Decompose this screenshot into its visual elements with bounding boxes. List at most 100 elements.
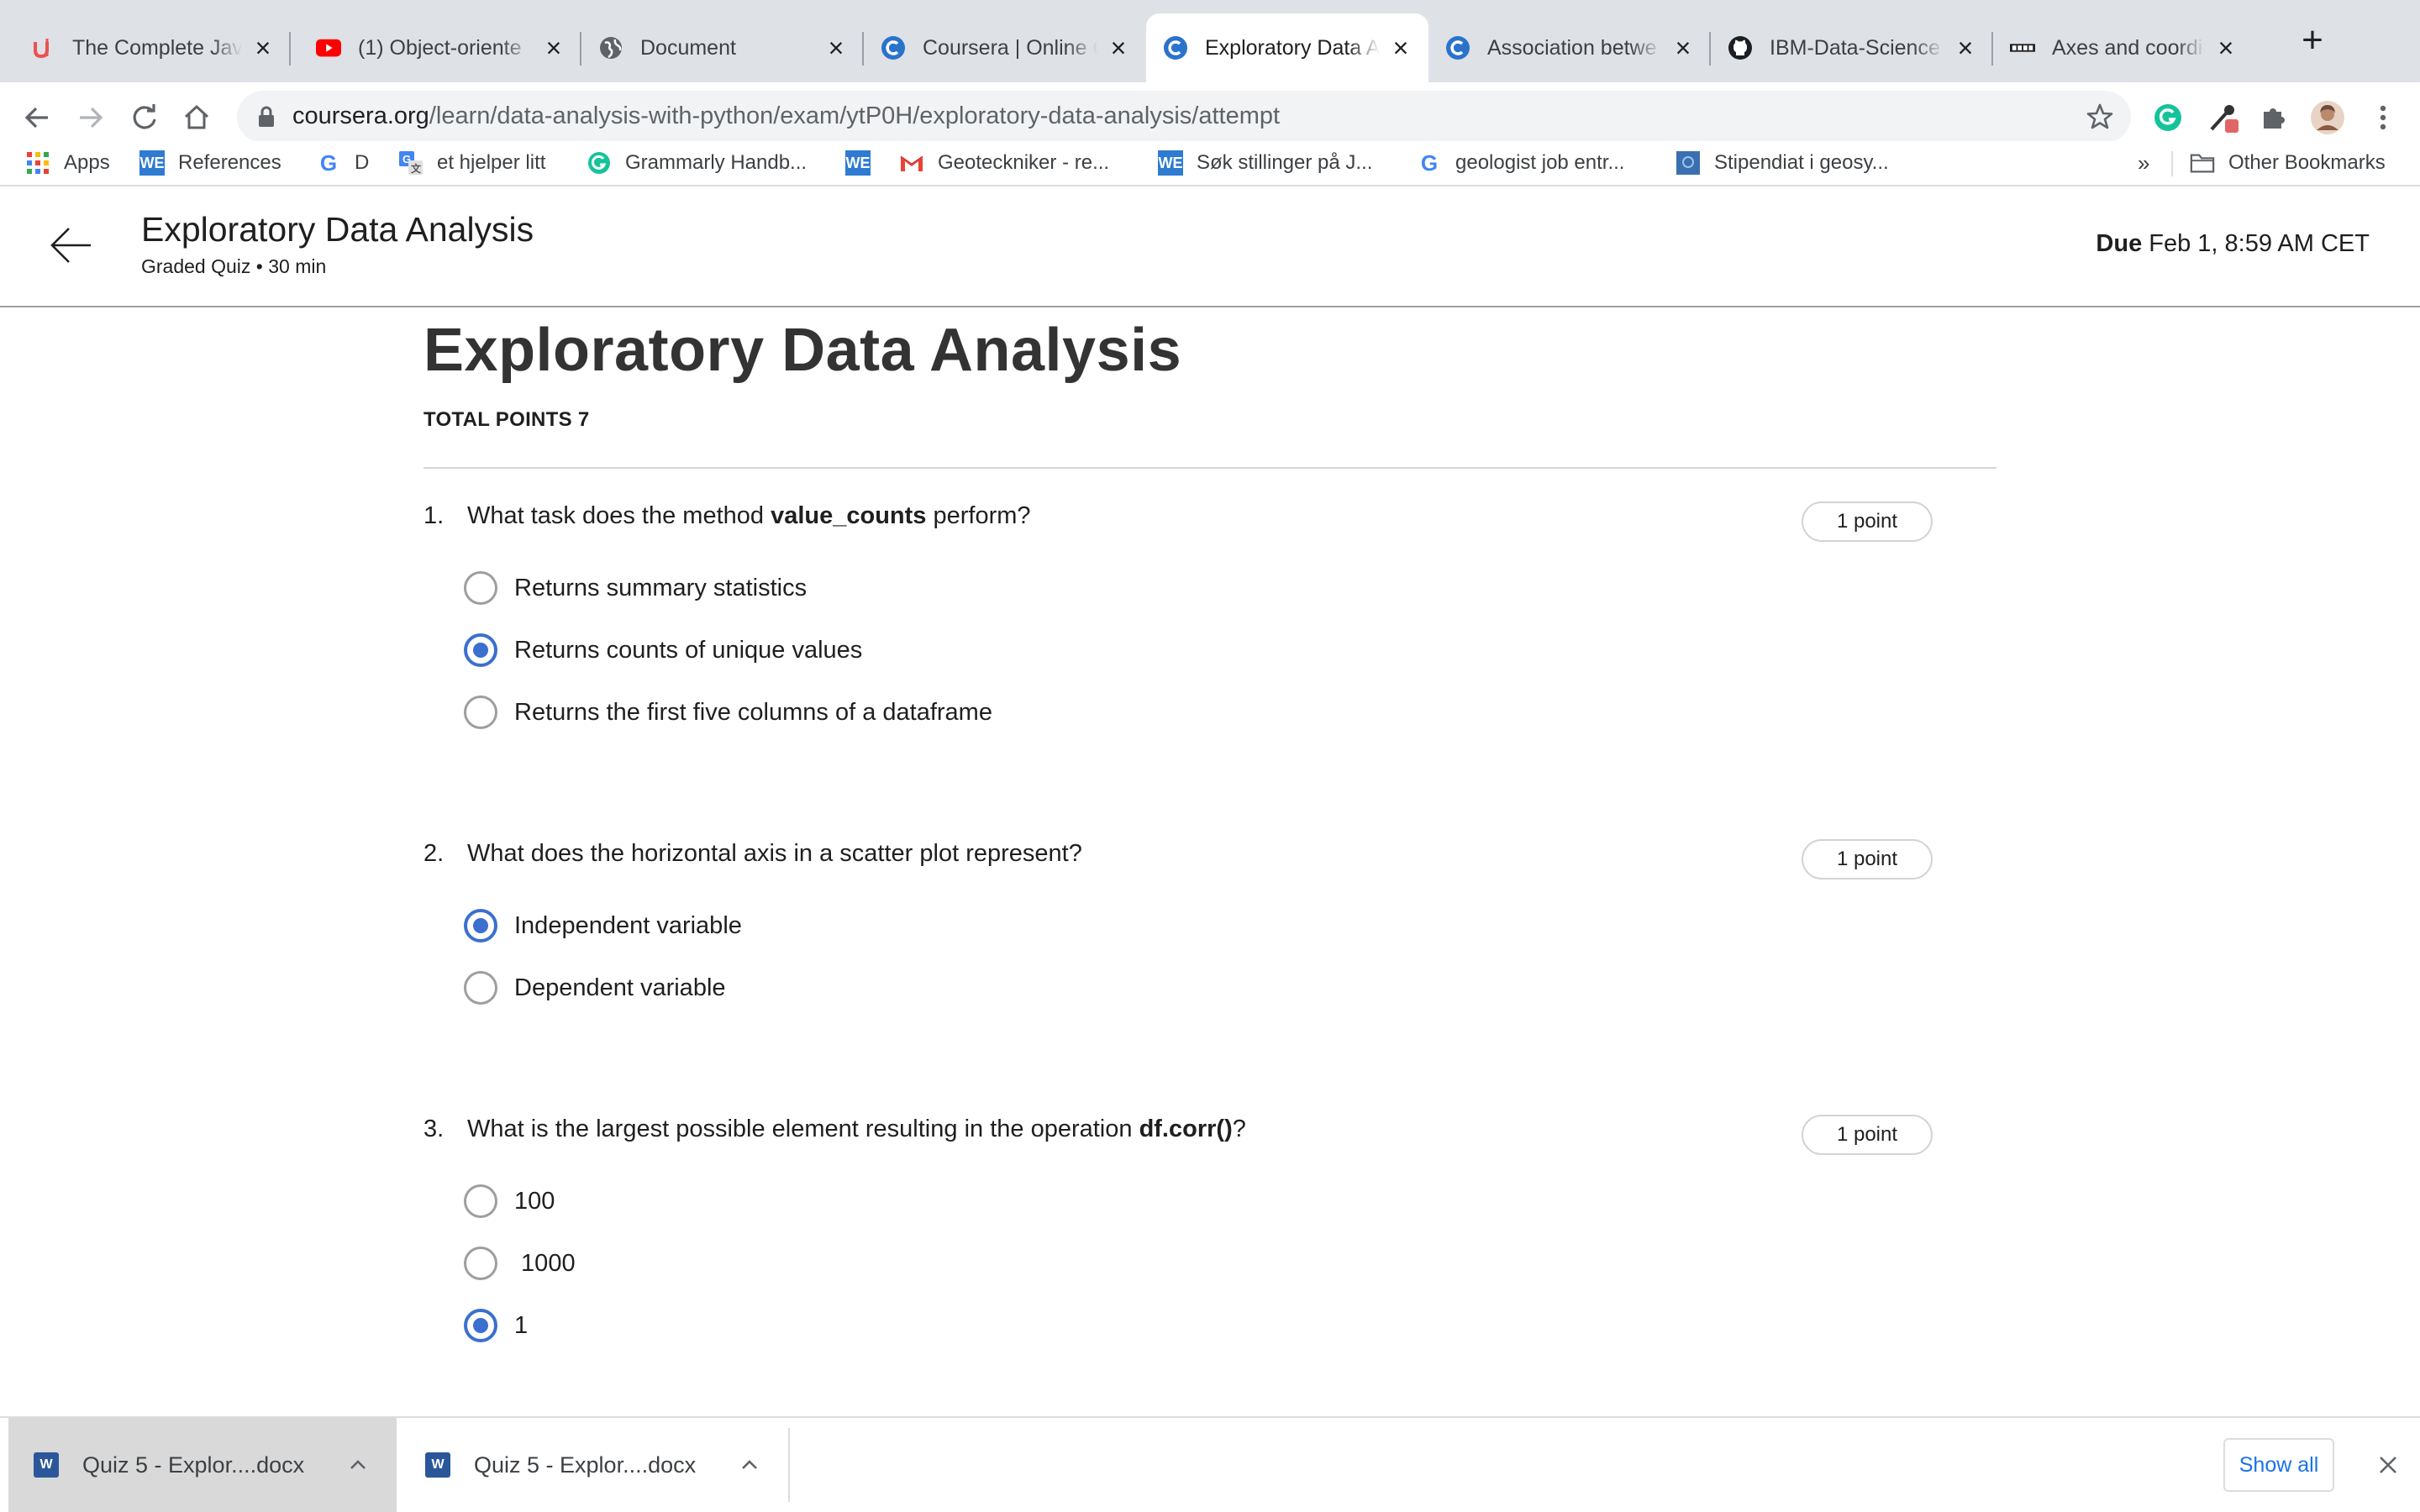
bookmark-star-icon[interactable]	[2086, 102, 2114, 135]
header-subtitle: Graded Quiz • 30 min	[141, 255, 327, 277]
browser-tab[interactable]: Coursera | Online C ×	[864, 13, 1146, 82]
answer-option[interactable]: 100	[464, 1183, 555, 1220]
quiz-header: Exploratory Data Analysis Graded Quiz • …	[0, 186, 2420, 307]
browser-tab[interactable]: Document ×	[581, 13, 864, 82]
tab-title: Document	[640, 35, 736, 60]
tab-title: Axes and coordina	[2052, 35, 2205, 60]
answer-option[interactable]: Returns the first five columns of a data…	[464, 694, 992, 731]
browser-tab[interactable]: (1) Object-oriente ×	[291, 13, 581, 82]
apps-grid-icon	[25, 150, 50, 176]
word-doc-icon: W	[425, 1452, 450, 1478]
bookmark-geologist-job[interactable]: G geologist job entr...	[1417, 141, 1625, 185]
other-bookmarks[interactable]: Other Bookmarks	[2190, 141, 2386, 185]
radio-button-selected[interactable]	[464, 909, 497, 942]
radio-button[interactable]	[464, 571, 497, 605]
radio-button-selected[interactable]	[464, 633, 497, 667]
bookmarks-bar: Apps WE References G D G文 et hjelper lit…	[0, 141, 2420, 186]
home-icon[interactable]	[176, 97, 217, 138]
tab-close-icon[interactable]: ×	[250, 34, 276, 61]
address-bar[interactable]: coursera.org/learn/data-analysis-with-py…	[237, 91, 2131, 143]
youtube-icon	[316, 35, 341, 60]
option-label: 100	[514, 1187, 555, 1215]
tab-title: (1) Object-oriente	[358, 35, 522, 60]
close-shelf-icon[interactable]	[2375, 1452, 2402, 1478]
radio-button[interactable]	[464, 696, 497, 729]
bookmarks-divider	[2171, 151, 2173, 176]
option-label: 1	[514, 1311, 529, 1339]
answer-option[interactable]: Independent variable	[464, 907, 742, 944]
tab-close-icon[interactable]: ×	[1953, 34, 1978, 61]
new-tab-icon[interactable]: +	[2294, 22, 2331, 60]
due-date: Due Feb 1, 8:59 AM CET	[2096, 230, 2370, 258]
radio-button[interactable]	[464, 1184, 497, 1218]
browser-tab[interactable]: IBM-Data-Science ×	[1711, 13, 1993, 82]
url-path: /learn/data-analysis-with-python/exam/yt…	[429, 102, 1281, 129]
more-menu-icon[interactable]	[2363, 97, 2403, 138]
profile-avatar[interactable]	[2307, 97, 2348, 138]
question-text: perform?	[926, 502, 1031, 529]
forward-icon[interactable]	[71, 97, 111, 138]
bookmark-sok-stillinger[interactable]: WE Søk stillinger på J...	[1158, 141, 1372, 185]
tab-title: The Complete Jav	[72, 35, 242, 60]
answer-option[interactable]: Returns counts of unique values	[464, 632, 862, 669]
back-arrow-icon[interactable]	[47, 222, 94, 269]
eyedropper-extension-icon[interactable]	[2203, 97, 2244, 138]
bookmark-stipendiat[interactable]: Stipendiat i geosy...	[1676, 141, 1889, 185]
browser-tab-strip: The Complete Jav × (1) Object-oriente × …	[0, 0, 2420, 82]
we-icon: WE	[1158, 150, 1183, 176]
radio-button[interactable]	[464, 1247, 497, 1280]
quiz-content: Exploratory Data Analysis TOTAL POINTS 7…	[0, 309, 2420, 1415]
bookmarks-overflow-button[interactable]: »	[2138, 141, 2149, 185]
bookmark-apps[interactable]: Apps	[25, 141, 110, 185]
tab-close-icon[interactable]: ×	[2213, 34, 2238, 61]
radio-button-selected[interactable]	[464, 1309, 497, 1342]
tab-close-icon[interactable]: ×	[1670, 34, 1696, 61]
quiz-title: Exploratory Data Analysis	[424, 317, 1182, 384]
other-bookmarks-label: Other Bookmarks	[2228, 151, 2386, 174]
question-text: What task does the method	[467, 502, 771, 529]
tab-title: Exploratory Data A	[1205, 35, 1380, 60]
bookmark-et-hjelper-litt[interactable]: G文 et hjelper litt	[398, 141, 545, 185]
tab-title: IBM-Data-Science	[1770, 35, 1940, 60]
radio-button[interactable]	[464, 971, 497, 1005]
answer-option[interactable]: Dependent variable	[464, 969, 726, 1006]
browser-tab-active[interactable]: Exploratory Data A ×	[1146, 13, 1428, 82]
extensions-puzzle-icon[interactable]	[2254, 97, 2294, 138]
option-label: Returns the first five columns of a data…	[514, 698, 992, 726]
answer-option[interactable]: 1000	[464, 1245, 576, 1282]
browser-tab[interactable]: Axes and coordina ×	[1993, 13, 2254, 82]
tab-close-icon[interactable]: ×	[1388, 34, 1413, 61]
tab-close-icon[interactable]: ×	[823, 34, 849, 61]
bookmark-we[interactable]: WE	[845, 141, 884, 185]
bookmark-grammarly[interactable]: Grammarly Handb...	[587, 141, 807, 185]
download-filename: Quiz 5 - Explor....docx	[82, 1452, 305, 1478]
tab-close-icon[interactable]: ×	[541, 34, 566, 61]
answer-option[interactable]: Returns summary statistics	[464, 570, 807, 606]
grammarly-extension-icon[interactable]	[2148, 97, 2188, 138]
bookmark-label: Apps	[64, 151, 110, 174]
chevron-up-icon[interactable]	[736, 1452, 763, 1478]
download-item[interactable]: W Quiz 5 - Explor....docx	[8, 1418, 397, 1512]
coursera-icon	[1445, 35, 1470, 60]
answer-option[interactable]: 1	[464, 1307, 528, 1344]
bookmark-references[interactable]: WE References	[139, 141, 281, 185]
browser-tab[interactable]: Association betwe ×	[1428, 13, 1711, 82]
chevron-up-icon[interactable]	[345, 1452, 371, 1478]
points-badge: 1 point	[1802, 501, 1933, 542]
show-all-button[interactable]: Show all	[2223, 1438, 2334, 1492]
browser-tab[interactable]: The Complete Jav ×	[0, 13, 291, 82]
tab-close-icon[interactable]: ×	[1106, 34, 1131, 61]
bookmark-label: Grammarly Handb...	[625, 151, 808, 174]
bookmark-d[interactable]: G D	[316, 141, 369, 185]
reload-icon[interactable]	[124, 97, 165, 138]
bookmark-geoteckniker[interactable]: Geoteckniker - re...	[899, 141, 1109, 185]
bookmark-label: D	[355, 151, 370, 174]
due-label: Due	[2096, 230, 2143, 257]
points-badge: 1 point	[1802, 1115, 1933, 1155]
word-doc-icon: W	[34, 1452, 59, 1478]
question-text: What is the largest possible element res…	[467, 1116, 1139, 1142]
back-icon[interactable]	[17, 97, 57, 138]
github-icon	[1728, 35, 1753, 60]
question-text: ?	[1232, 1116, 1246, 1142]
download-item[interactable]: W Quiz 5 - Explor....docx	[400, 1418, 786, 1512]
